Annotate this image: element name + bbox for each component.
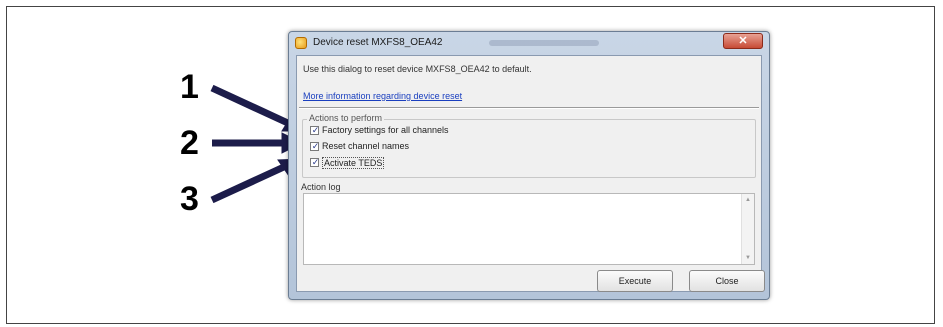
title-bar[interactable]: Device reset MXFS8_OEA42 ✕ bbox=[289, 32, 769, 54]
scroll-up-icon[interactable]: ▲ bbox=[742, 194, 754, 206]
separator bbox=[299, 107, 759, 109]
arrow-3 bbox=[210, 162, 288, 204]
execute-button[interactable]: Execute bbox=[597, 270, 673, 292]
window-close-button[interactable]: ✕ bbox=[723, 33, 763, 49]
checkbox-label: Activate TEDS bbox=[322, 157, 385, 169]
dialog-title: Device reset MXFS8_OEA42 bbox=[313, 37, 443, 48]
app-icon bbox=[295, 37, 307, 49]
scroll-down-icon[interactable]: ▼ bbox=[742, 252, 754, 264]
action-log-label: Action log bbox=[301, 182, 341, 192]
checkbox-label: Factory settings for all channels bbox=[322, 125, 449, 135]
checkbox-box[interactable]: ✓ bbox=[310, 125, 320, 135]
checkbox-label: Reset channel names bbox=[322, 141, 410, 151]
check-icon: ✓ bbox=[311, 141, 320, 151]
checkbox-box[interactable]: ✓ bbox=[310, 141, 320, 151]
action-log-textarea[interactable]: ▲ ▼ bbox=[303, 193, 755, 265]
check-icon: ✓ bbox=[311, 125, 320, 135]
title-bar-blur bbox=[489, 40, 599, 46]
close-button[interactable]: Close bbox=[689, 270, 765, 292]
checkbox-box[interactable]: ✓ bbox=[310, 157, 320, 167]
actions-group-legend: Actions to perform bbox=[307, 113, 385, 123]
check-icon: ✓ bbox=[311, 157, 320, 167]
intro-text: Use this dialog to reset device MXFS8_OE… bbox=[303, 64, 532, 74]
action-log-scrollbar[interactable]: ▲ ▼ bbox=[741, 194, 754, 264]
actions-group: Actions to perform ✓ Factory settings fo… bbox=[302, 113, 756, 178]
more-info-link[interactable]: More information regarding device reset bbox=[303, 91, 462, 101]
dialog-body: Use this dialog to reset device MXFS8_OE… bbox=[296, 55, 765, 292]
device-reset-dialog: Device reset MXFS8_OEA42 ✕ Use this dial… bbox=[288, 31, 770, 300]
arrow-1 bbox=[210, 84, 292, 128]
